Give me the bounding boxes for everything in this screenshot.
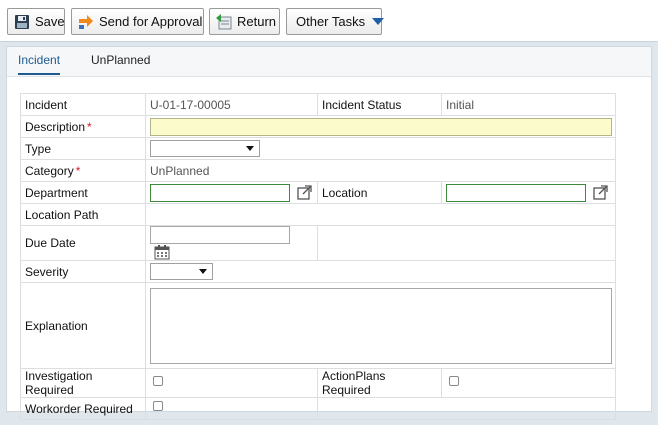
incident-value: U-01-17-00005 — [145, 93, 318, 116]
description-input[interactable] — [150, 117, 612, 136]
required-marker: * — [75, 163, 81, 178]
save-label: Save — [35, 14, 65, 29]
location-path-label: Location Path — [20, 203, 146, 226]
category-field-label: Category * — [20, 159, 146, 182]
category-label: Category — [25, 163, 74, 178]
other-tasks-label: Other Tasks — [296, 14, 366, 29]
row-workorder: Workorder Required — [20, 397, 616, 420]
severity-label: Severity — [20, 260, 146, 283]
send-for-approval-button[interactable]: Send for Approval — [71, 8, 204, 35]
external-link-icon[interactable] — [593, 185, 608, 200]
description-field-label: Description * — [20, 115, 146, 138]
row-description: Description * — [20, 115, 616, 138]
incident-form: Incident U-01-17-00005 Incident Status I… — [20, 93, 616, 420]
category-value: UnPlanned — [145, 159, 616, 182]
return-label: Return — [237, 14, 277, 29]
calendar-icon[interactable] — [154, 244, 170, 260]
investigation-required-label: Investigation Required — [20, 368, 146, 398]
explanation-label: Explanation — [20, 282, 146, 369]
explanation-textarea[interactable] — [150, 287, 612, 364]
row-investigation: Investigation Required ActionPlans Requi… — [20, 368, 616, 398]
location-label: Location — [317, 181, 442, 204]
row-location-path: Location Path — [20, 203, 616, 226]
row-type: Type — [20, 137, 616, 160]
chevron-down-icon — [372, 18, 385, 25]
external-link-icon[interactable] — [297, 185, 312, 200]
row-incident: Incident U-01-17-00005 Incident Status I… — [20, 93, 616, 116]
tab-incident[interactable]: Incident — [18, 53, 61, 75]
tab-bar: Incident UnPlanned — [7, 47, 651, 77]
severity-select[interactable] — [150, 263, 213, 280]
row-department: Department Location — [20, 181, 616, 204]
other-tasks-dropdown[interactable]: Other Tasks — [286, 8, 385, 35]
location-input[interactable] — [446, 183, 586, 202]
due-date-label: Due Date — [20, 225, 146, 261]
department-input[interactable] — [150, 183, 290, 202]
required-marker: * — [87, 119, 92, 134]
description-label: Description — [25, 119, 86, 134]
incident-status-value: Initial — [441, 93, 616, 116]
workorder-required-label: Workorder Required — [20, 397, 146, 420]
type-label: Type — [20, 137, 146, 160]
return-document-icon — [216, 13, 232, 30]
incident-label: Incident — [20, 93, 146, 116]
due-date-input[interactable] — [150, 226, 290, 244]
dropdown-arrow-icon — [199, 269, 207, 274]
workorder-required-checkbox[interactable] — [153, 401, 163, 412]
actionplans-required-label: ActionPlans Required — [317, 368, 442, 398]
actionplans-required-checkbox[interactable] — [449, 375, 459, 386]
return-button[interactable]: Return — [209, 8, 280, 35]
incident-status-label: Incident Status — [317, 93, 442, 116]
dropdown-arrow-icon — [246, 146, 254, 151]
save-button[interactable]: Save — [7, 8, 65, 35]
tab-unplanned[interactable]: UnPlanned — [91, 53, 150, 73]
send-label: Send for Approval — [99, 14, 203, 29]
row-due-date: Due Date — [20, 225, 616, 261]
department-label: Department — [20, 181, 146, 204]
location-path-value — [145, 203, 616, 226]
send-arrow-icon — [78, 14, 94, 30]
row-explanation: Explanation — [20, 282, 616, 369]
toolbar: Save Send for Approval Return Other Task… — [0, 0, 658, 42]
investigation-required-checkbox[interactable] — [153, 375, 163, 386]
type-select[interactable] — [150, 140, 260, 157]
row-severity: Severity — [20, 260, 616, 283]
floppy-disk-icon — [14, 14, 30, 30]
row-category: Category * UnPlanned — [20, 159, 616, 182]
